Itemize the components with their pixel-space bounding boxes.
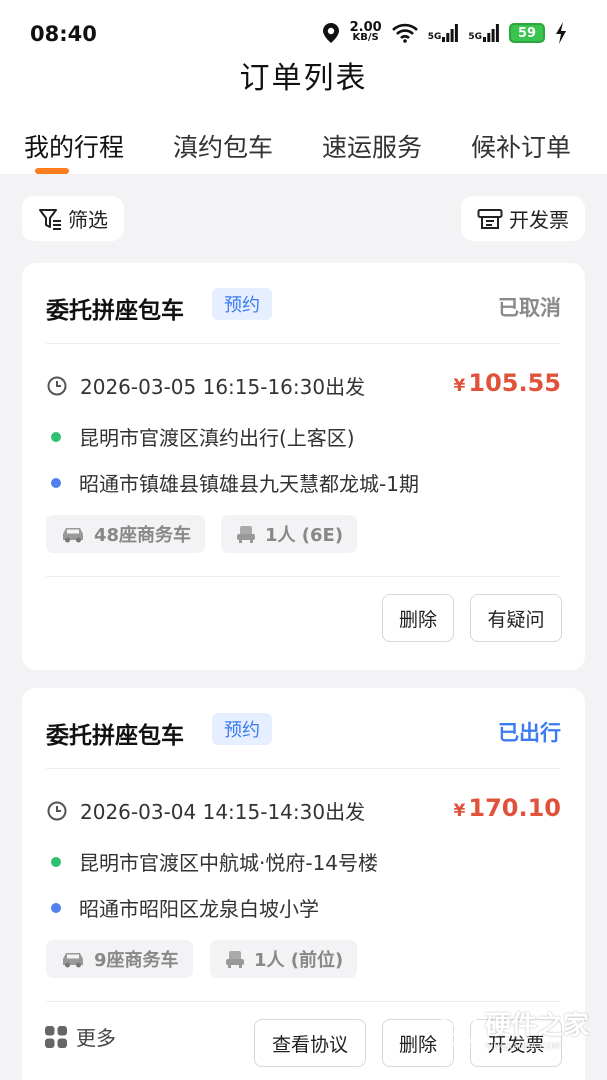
pickup-location-row: 昆明市官渡区中航城·悦府-14号楼 [46, 847, 378, 876]
tab-bar: 我的行程 滇约包车 速运服务 候补订单 [0, 100, 607, 175]
seat-badge: 1人 (6E) [221, 515, 358, 553]
dropoff-dot-icon [51, 902, 61, 913]
vehicle-type: 9座商务车 [94, 950, 179, 971]
seat-icon [237, 526, 255, 543]
vehicle-type-badge: 9座商务车 [46, 940, 193, 978]
wifi-icon [391, 23, 418, 43]
order-price: ¥105.55 [454, 369, 561, 397]
watermark-text: 硬件之家 [484, 1011, 589, 1041]
departure-time-row: 2026-03-05 16:15-16:30出发 [46, 371, 365, 400]
seat-icon [226, 951, 244, 968]
more-label: 更多 [76, 1026, 116, 1050]
price-value: 170.10 [468, 794, 561, 822]
pickup-dot-icon [51, 431, 61, 442]
tab-my-trips[interactable]: 我的行程 [24, 100, 124, 164]
location-icon [322, 23, 339, 43]
battery-indicator: 59 [509, 23, 545, 43]
order-card[interactable]: 委托拼座包车 预约 已取消 2026-03-05 16:15-16:30出发 ¥… [22, 263, 585, 670]
signal-2-icon: 5G [468, 24, 499, 42]
signal-1-icon: 5G [428, 24, 459, 42]
dropoff-location: 昭通市昭阳区龙泉白坡小学 [79, 897, 319, 921]
invoice-label: 开发票 [509, 208, 569, 232]
currency-symbol: ¥ [453, 801, 466, 821]
grid-icon [45, 1025, 67, 1048]
seat-badge: 1人 (前位) [210, 940, 358, 978]
dropoff-location: 昭通市镇雄县镇雄县九天慧都龙城-1期 [79, 472, 419, 496]
departure-time: 2026-03-05 16:15-16:30出发 [80, 375, 366, 399]
watermark-text-block: 硬件之家 YINGJIANJIA.COM [485, 1005, 589, 1052]
vehicle-type-badge: 48座商务车 [46, 515, 206, 553]
car-icon [63, 953, 83, 968]
filter-icon [39, 208, 61, 230]
divider [46, 343, 561, 344]
pickup-location-row: 昆明市官渡区滇约出行(上客区) [46, 422, 355, 451]
order-status: 已取消 [498, 296, 561, 320]
filter-button[interactable]: 筛选 [22, 196, 124, 241]
more-button[interactable]: 更多 [44, 1022, 116, 1051]
booking-tag: 预约 [212, 713, 272, 745]
header: 订单列表 [0, 50, 607, 100]
seat-info: 1人 (6E) [265, 525, 344, 546]
order-price: ¥170.10 [454, 794, 561, 822]
divider [46, 768, 561, 769]
clock-icon [47, 376, 67, 395]
tab-charter[interactable]: 滇约包车 [173, 100, 273, 164]
tab-waitlist[interactable]: 候补订单 [471, 100, 571, 164]
departure-time: 2026-03-04 14:15-14:30出发 [80, 800, 366, 824]
charging-icon [556, 22, 566, 44]
car-icon [63, 528, 83, 543]
clock-icon [47, 801, 67, 820]
page-title: 订单列表 [239, 61, 368, 96]
status-icons: 2.00 KB/S 5G 5G 59 [322, 20, 567, 44]
watermark-logo-icon [441, 1008, 477, 1049]
dropoff-location-row: 昭通市镇雄县镇雄县九天慧都龙城-1期 [46, 468, 419, 497]
net-speed: 2.00 KB/S [349, 20, 382, 43]
delete-button[interactable]: 删除 [382, 594, 454, 642]
watermark: 硬件之家 YINGJIANJIA.COM [441, 1005, 589, 1052]
watermark-sub: YINGJIANJIA.COM [484, 1042, 561, 1052]
departure-time-row: 2026-03-04 14:15-14:30出发 [46, 796, 365, 825]
currency-symbol: ¥ [453, 376, 466, 396]
invoice-button[interactable]: 开发票 [461, 196, 585, 241]
tab-express[interactable]: 速运服务 [322, 100, 422, 164]
seat-info: 1人 (前位) [254, 950, 344, 971]
order-title: 委托拼座包车 [46, 298, 184, 324]
order-status: 已出行 [498, 721, 561, 745]
pickup-dot-icon [51, 856, 61, 867]
toolbar: 筛选 开发票 [22, 196, 585, 241]
order-title: 委托拼座包车 [46, 723, 184, 749]
active-tab-indicator [35, 168, 69, 174]
dropoff-dot-icon [51, 477, 61, 488]
pickup-location: 昆明市官渡区滇约出行(上客区) [79, 426, 355, 450]
invoice-icon [477, 208, 503, 229]
divider [46, 1001, 561, 1002]
pickup-location: 昆明市官渡区中航城·悦府-14号楼 [79, 851, 379, 875]
view-agreement-button[interactable]: 查看协议 [254, 1019, 366, 1067]
price-value: 105.55 [468, 369, 561, 397]
dropoff-location-row: 昭通市昭阳区龙泉白坡小学 [46, 893, 319, 922]
filter-label: 筛选 [68, 208, 108, 232]
booking-tag: 预约 [212, 288, 272, 320]
divider [46, 576, 561, 577]
vehicle-type: 48座商务车 [94, 525, 192, 546]
question-button[interactable]: 有疑问 [470, 594, 562, 642]
status-time: 08:40 [30, 22, 97, 46]
